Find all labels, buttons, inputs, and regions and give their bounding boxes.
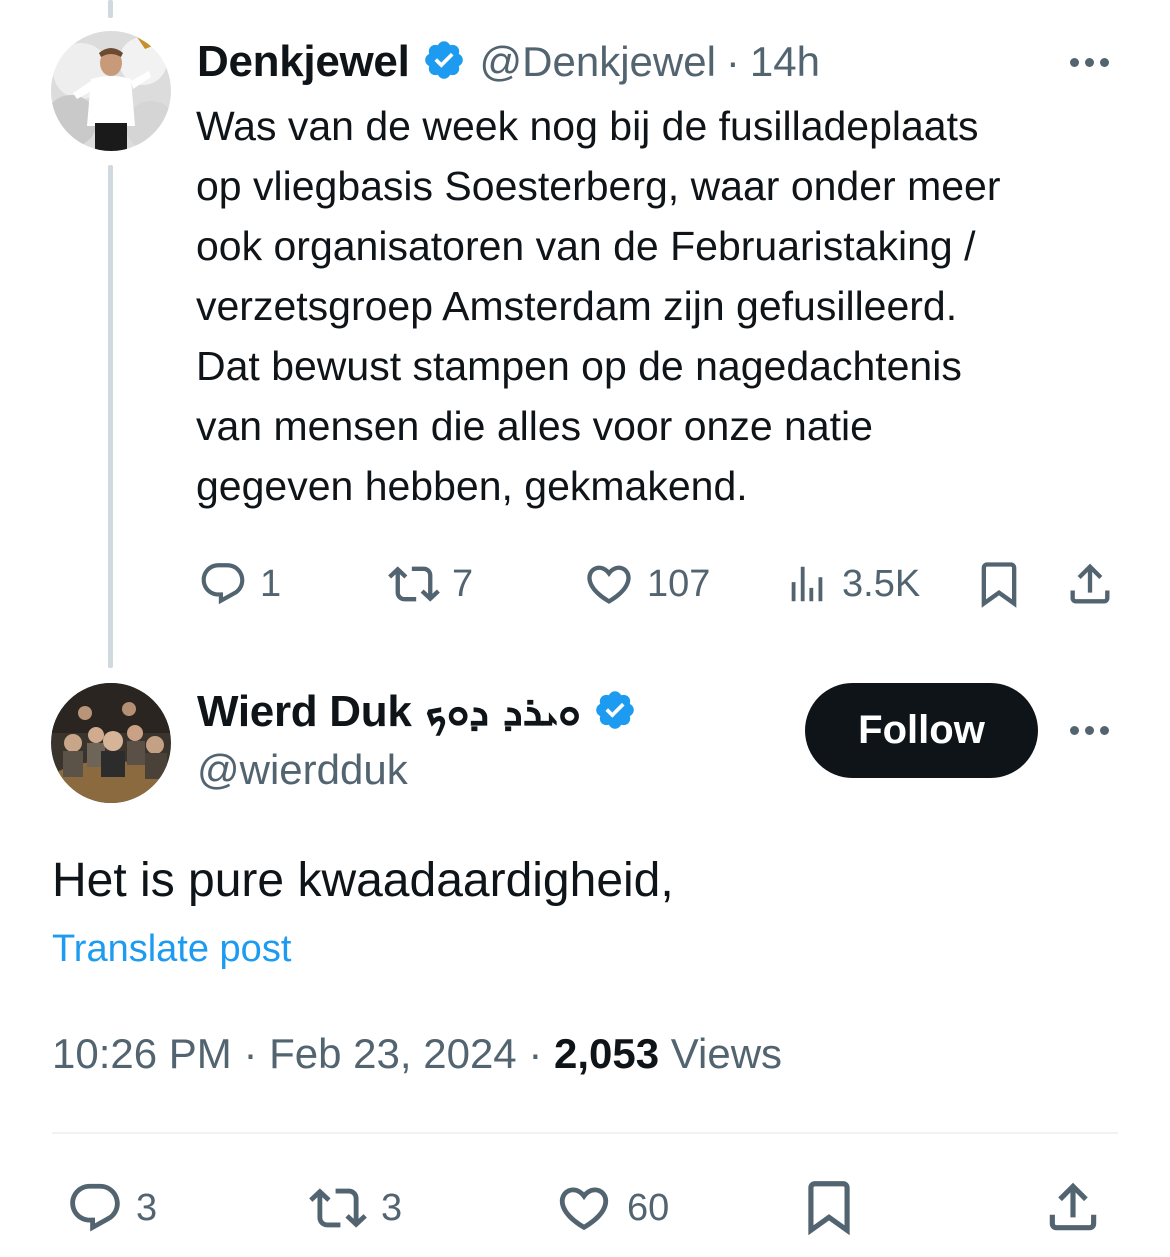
views-label: Views — [670, 1030, 783, 1077]
share-button[interactable] — [1064, 558, 1116, 610]
bookmark-button[interactable] — [973, 558, 1025, 610]
avatar-image — [51, 683, 171, 803]
quoted-tweet-header: Denkjewel @Denkjewel · 14h — [197, 34, 820, 90]
text-line: Dat bewust stampen op de nagedachtenis — [196, 343, 962, 389]
separator: · — [243, 1030, 258, 1077]
author-handle[interactable]: @wierdduk — [197, 746, 408, 794]
tweet-time[interactable]: 10:26 PM — [52, 1030, 232, 1077]
thread-line — [108, 0, 113, 18]
reply-icon — [70, 1183, 120, 1232]
tweet-time[interactable]: 14h — [750, 38, 820, 86]
avatar-wierdduk[interactable] — [51, 683, 171, 803]
retweet-count: 7 — [452, 562, 474, 605]
more-icon[interactable] — [1070, 726, 1109, 735]
views-count: 2,053 — [554, 1030, 660, 1077]
reply-button[interactable]: 1 — [198, 558, 281, 610]
verified-icon — [422, 38, 466, 87]
tweet-date[interactable]: Feb 23, 2024 — [269, 1030, 517, 1077]
reply-count: 1 — [260, 562, 282, 605]
text-line: ook organisatoren van de Februaristaking… — [196, 223, 976, 269]
like-button[interactable]: 60 — [553, 1180, 669, 1236]
reply-icon — [201, 563, 245, 605]
text-line: op vliegbasis Soesterberg, waar onder me… — [196, 163, 1001, 209]
like-count: 60 — [627, 1186, 670, 1229]
bookmark-icon — [981, 562, 1017, 608]
avatar-denkjewel[interactable] — [51, 31, 171, 151]
share-icon — [1070, 563, 1110, 604]
separator: · — [528, 1030, 543, 1077]
author-name-script: ܘܝܪܕ ܕܘܟ — [425, 689, 581, 735]
more-icon[interactable] — [1070, 58, 1109, 67]
quoted-tweet-text: Was van de week nog bij de fusilladeplaa… — [196, 96, 1136, 516]
views-button[interactable]: 3.5K — [784, 558, 920, 610]
tweet-meta: 10:26 PM · Feb 23, 2024 · 2,053 Views — [52, 1030, 782, 1078]
thread-line — [108, 165, 113, 668]
separator: · — [725, 38, 740, 85]
divider — [52, 1132, 1118, 1134]
retweet-icon — [309, 1188, 367, 1228]
like-icon — [559, 1187, 609, 1231]
text-line: van mensen die alles voor onze natie — [196, 403, 873, 449]
author-name[interactable]: Wierd Duk — [197, 687, 412, 737]
views-icon — [791, 566, 823, 602]
like-button[interactable]: 107 — [583, 558, 710, 610]
text-line: gegeven hebben, gekmakend. — [196, 463, 748, 509]
follow-button[interactable]: Follow — [805, 683, 1038, 778]
main-tweet-header: Wierd Duk ܘܝܪܕ ܕܘܟ — [197, 684, 637, 740]
views-count: 3.5K — [842, 562, 921, 605]
main-tweet-text: Het is pure kwaadaardigheid, — [52, 854, 674, 907]
translate-post-link[interactable]: Translate post — [52, 928, 291, 971]
reply-button[interactable]: 3 — [66, 1180, 157, 1236]
retweet-count: 3 — [381, 1186, 403, 1229]
verified-icon — [593, 688, 637, 737]
retweet-button[interactable]: 3 — [307, 1180, 402, 1236]
author-handle[interactable]: @Denkjewel — [480, 38, 716, 86]
reply-count: 3 — [136, 1186, 158, 1229]
share-button[interactable] — [1042, 1176, 1104, 1238]
share-icon — [1049, 1182, 1097, 1231]
like-icon — [587, 565, 631, 604]
bookmark-button[interactable] — [798, 1176, 860, 1238]
avatar-image — [51, 31, 171, 151]
text-line: Was van de week nog bij de fusilladeplaa… — [196, 103, 979, 149]
text-line: verzetsgroep Amsterdam zijn gefusilleerd… — [196, 283, 958, 329]
retweet-icon — [388, 566, 440, 602]
bookmark-icon — [808, 1181, 850, 1236]
author-name[interactable]: Denkjewel — [197, 37, 410, 87]
like-count: 107 — [647, 562, 711, 605]
retweet-button[interactable]: 7 — [388, 558, 473, 610]
